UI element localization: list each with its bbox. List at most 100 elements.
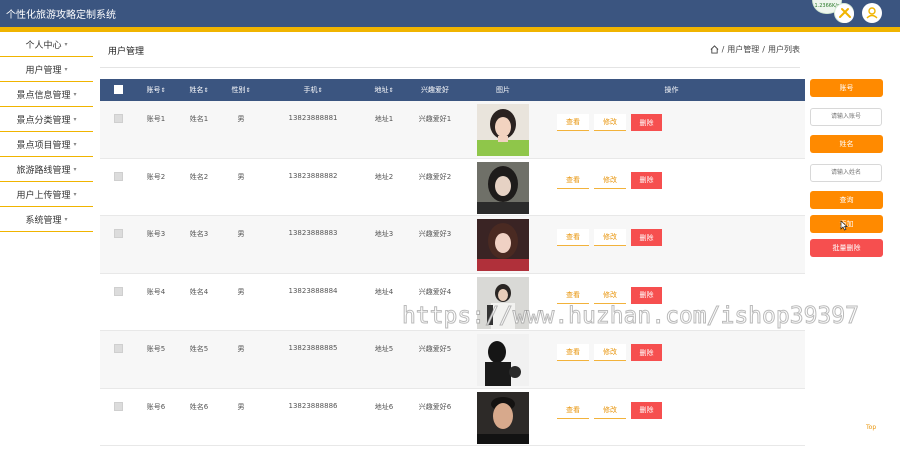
edit-button[interactable]: 修改 (594, 171, 626, 189)
home-icon[interactable] (710, 45, 719, 54)
name-label: 姓名 (810, 135, 883, 153)
sidebar-item-user-management[interactable]: 用户管理 ▾ (0, 57, 93, 82)
table-row: 账号2 姓名2 男 13823888882 地址2 兴趣爱好2 查看 修改 删除 (100, 159, 805, 216)
user-photo (477, 391, 529, 444)
chevron-down-icon: ▾ (64, 40, 68, 48)
user-table: 账号⇕ 姓名⇕ 性别⇕ 手机⇕ 地址⇕ 兴趣爱好 图片 操作 账号1 姓名1 男… (100, 79, 805, 446)
cell-address: 地址6 (374, 402, 394, 411)
cell-gender: 男 (237, 287, 245, 296)
col-phone[interactable]: 手机⇕ (260, 85, 366, 95)
table-header: 账号⇕ 姓名⇕ 性别⇕ 手机⇕ 地址⇕ 兴趣爱好 图片 操作 (100, 79, 805, 101)
sidebar-item-scenic-category[interactable]: 景点分类管理 ▾ (0, 107, 93, 132)
edit-button[interactable]: 修改 (594, 229, 626, 246)
delete-button[interactable]: 删除 (631, 171, 662, 189)
view-button[interactable]: 查看 (557, 344, 589, 361)
view-button[interactable]: 查看 (557, 171, 589, 189)
col-account[interactable]: 账号⇕ (136, 85, 176, 95)
edit-button[interactable]: 修改 (594, 114, 626, 131)
row-checkbox[interactable] (113, 229, 123, 238)
cell-gender: 男 (237, 172, 245, 181)
edit-button[interactable]: 修改 (594, 401, 626, 419)
delete-button[interactable]: 删除 (631, 401, 662, 419)
cell-hobby: 兴趣爱好1 (418, 115, 452, 123)
view-button[interactable]: 查看 (557, 286, 589, 304)
sidebar-item-travel-route[interactable]: 旅游路线管理 ▾ (0, 157, 93, 182)
top-header-bar: 个性化旅游攻略定制系统 (0, 0, 900, 27)
cell-account: 账号2 (146, 172, 166, 181)
user-photo (477, 104, 529, 156)
tools-icon[interactable] (834, 3, 854, 23)
breadcrumb-level2: 用户列表 (768, 45, 800, 54)
sort-icon: ⇕ (160, 87, 166, 94)
cell-phone: 13823888882 (288, 171, 338, 180)
account-label: 账号 (810, 79, 883, 97)
col-actions: 操作 (664, 86, 679, 94)
account-search-input[interactable] (810, 108, 882, 126)
sidebar-item-scenic-info[interactable]: 景点信息管理 ▾ (0, 82, 93, 107)
cell-account: 账号6 (146, 402, 166, 411)
edit-button[interactable]: 修改 (594, 344, 626, 361)
user-photo (477, 219, 529, 271)
chevron-down-icon: ▾ (64, 215, 68, 223)
name-search-input[interactable] (810, 164, 882, 182)
sidebar-nav: 个人中心 ▾ 用户管理 ▾ 景点信息管理 ▾ 景点分类管理 ▾ 景点项目管理 ▾ 旅游路线… (0, 32, 93, 232)
cell-name: 姓名3 (189, 230, 209, 238)
mouse-pointer-icon (840, 220, 848, 231)
app-title: 个性化旅游攻略定制系统 (6, 10, 116, 21)
cell-name: 姓名6 (189, 402, 209, 411)
col-hobby: 兴趣爱好 (421, 86, 449, 94)
sidebar-item-scenic-project[interactable]: 景点项目管理 ▾ (0, 132, 93, 157)
delete-button[interactable]: 删除 (631, 344, 662, 361)
page-title: 用户管理 (108, 47, 145, 57)
delete-button[interactable]: 删除 (631, 229, 662, 246)
cell-hobby: 兴趣爱好6 (418, 402, 452, 411)
sidebar-item-user-upload[interactable]: 用户上传管理 ▾ (0, 182, 93, 207)
cell-account: 账号3 (146, 230, 166, 238)
cell-gender: 男 (237, 230, 245, 238)
row-checkbox[interactable] (113, 171, 123, 181)
chevron-down-icon: ▾ (64, 65, 68, 73)
sidebar-item-system[interactable]: 系统管理 ▾ (0, 207, 93, 232)
back-to-top-link[interactable]: Top (866, 424, 876, 431)
cell-phone: 13823888886 (288, 401, 338, 410)
cell-address: 地址1 (374, 115, 394, 123)
edit-button[interactable]: 修改 (594, 286, 626, 304)
view-button[interactable]: 查看 (557, 114, 589, 131)
user-photo (477, 161, 529, 214)
select-all-checkbox[interactable] (113, 84, 123, 94)
cell-address: 地址4 (374, 287, 394, 296)
table-row: 账号6 姓名6 男 13823888886 地址6 兴趣爱好6 查看 修改 删除 (100, 389, 805, 446)
table-row: 账号3 姓名3 男 13823888883 地址3 兴趣爱好3 查看 修改 删除 (100, 216, 805, 274)
chevron-down-icon: ▾ (73, 90, 77, 98)
cell-hobby: 兴趣爱好5 (418, 345, 452, 353)
view-button[interactable]: 查看 (557, 401, 589, 419)
watermark-text: https://www.huzhan.com/ishop39397 (402, 303, 860, 330)
cell-account: 账号5 (146, 345, 166, 353)
cell-account: 账号4 (146, 287, 166, 296)
add-button[interactable]: 添加 (810, 215, 883, 233)
cell-name: 姓名5 (189, 345, 209, 353)
delete-button[interactable]: 删除 (631, 286, 662, 304)
chevron-down-icon: ▾ (73, 115, 77, 123)
row-checkbox[interactable] (113, 114, 123, 123)
col-address[interactable]: 地址⇕ (366, 85, 402, 95)
user-avatar-icon[interactable] (862, 3, 882, 23)
view-button[interactable]: 查看 (557, 229, 589, 246)
bulk-delete-button[interactable]: 批量删除 (810, 239, 883, 257)
search-button[interactable]: 查询 (810, 191, 883, 209)
content-header: 用户管理 / 用户管理 / 用户列表 (100, 32, 800, 68)
cell-hobby: 兴趣爱好3 (418, 230, 452, 238)
row-checkbox[interactable] (113, 401, 123, 411)
col-gender[interactable]: 性别⇕ (222, 85, 260, 95)
col-image: 图片 (496, 86, 510, 94)
chevron-down-icon: ▾ (73, 165, 77, 173)
row-checkbox[interactable] (113, 286, 123, 296)
col-name[interactable]: 姓名⇕ (176, 85, 222, 95)
cell-phone: 13823888884 (288, 286, 338, 295)
breadcrumb: / 用户管理 / 用户列表 (710, 44, 800, 55)
row-checkbox[interactable] (113, 344, 123, 353)
sort-icon: ⇕ (245, 87, 251, 94)
sidebar-item-personal-center[interactable]: 个人中心 ▾ (0, 32, 93, 57)
delete-button[interactable]: 删除 (631, 114, 662, 131)
breadcrumb-level1[interactable]: 用户管理 (727, 44, 759, 55)
